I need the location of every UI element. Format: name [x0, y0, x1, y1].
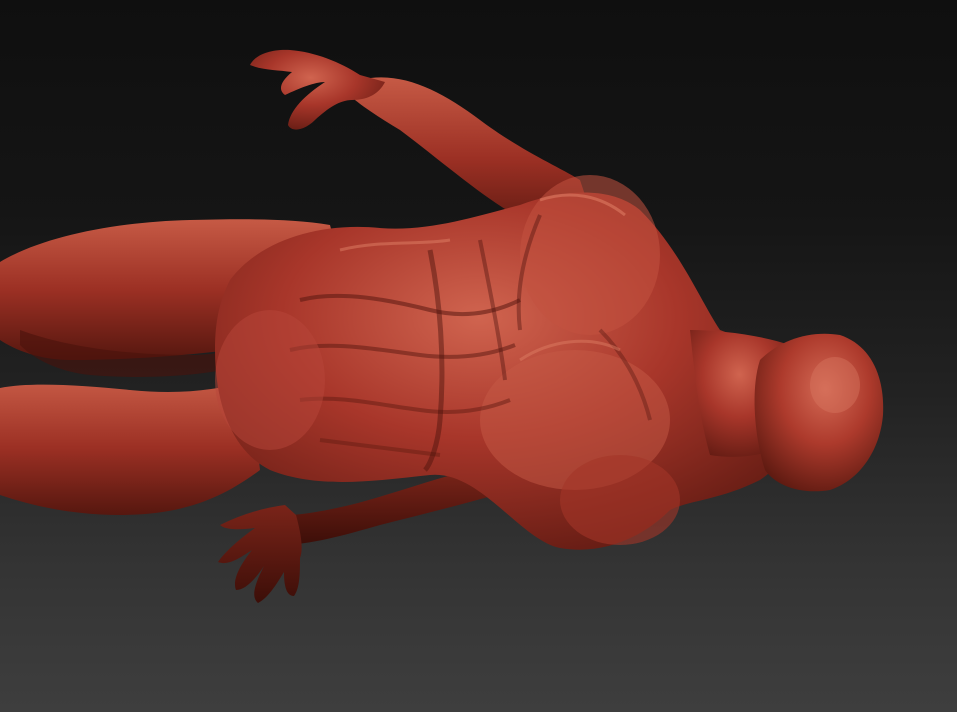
sculpt-viewport[interactable] — [0, 0, 957, 712]
sculpted-figure — [0, 49, 884, 603]
head — [754, 333, 884, 492]
lower-arm — [218, 470, 495, 603]
